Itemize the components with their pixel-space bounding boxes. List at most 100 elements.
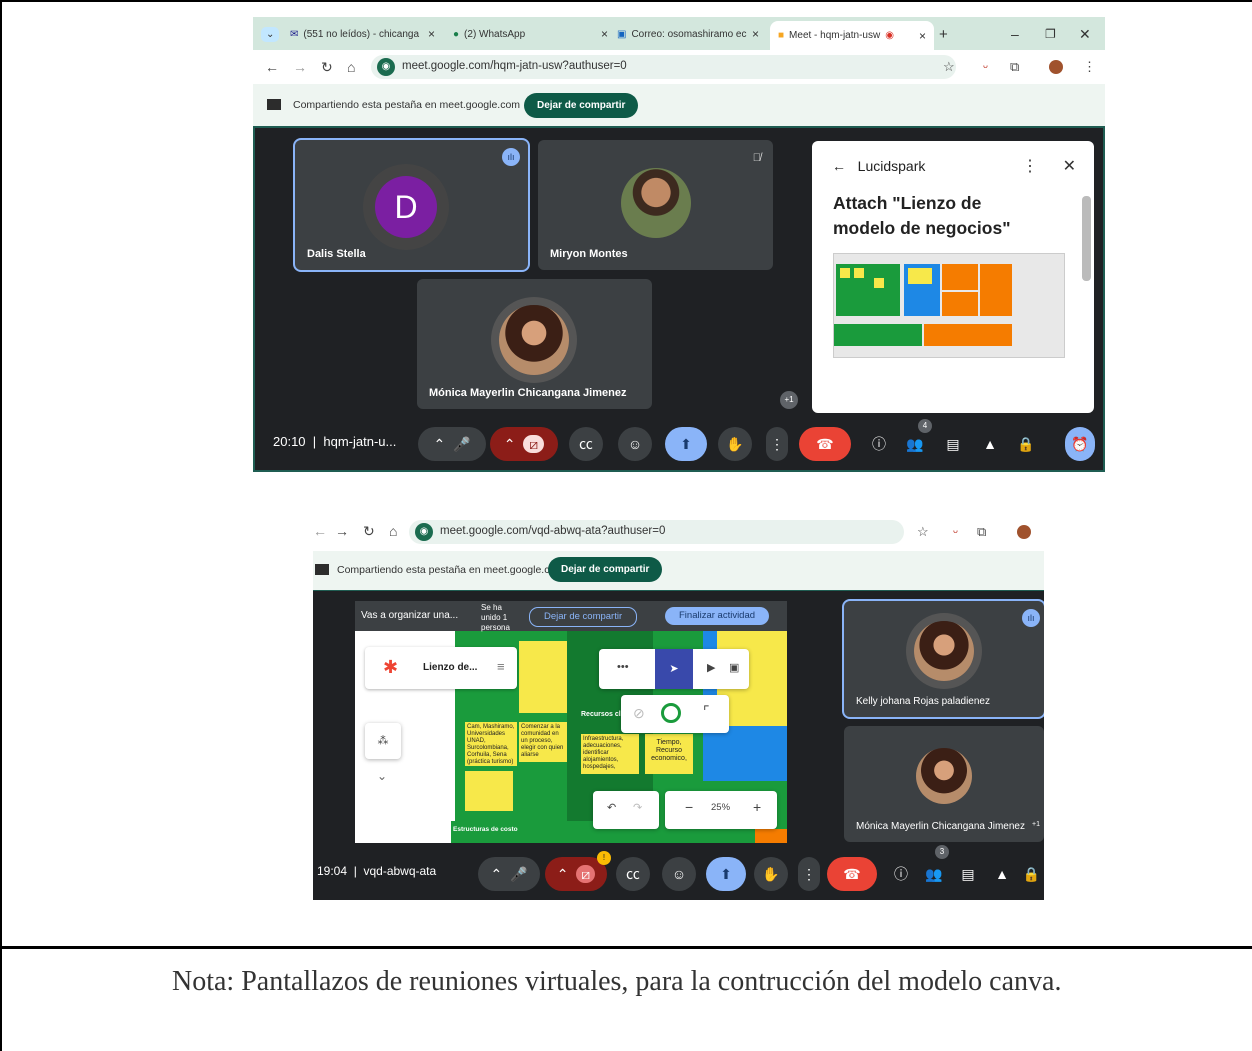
present-button[interactable]: ⬆ — [706, 857, 746, 891]
panel-menu-icon[interactable]: ⋮ — [1022, 156, 1038, 176]
menu-dots-icon[interactable]: ⋮ — [1083, 59, 1096, 75]
close-icon[interactable]: × — [919, 29, 926, 43]
chat-icon[interactable]: ▤ — [936, 427, 970, 461]
host-controls-icon[interactable]: 🔒 — [1019, 857, 1044, 891]
browser-tab-bar: ⌄ ✉ (551 no leídos) - chicanga × ● (2) W… — [253, 17, 1105, 50]
address-bar[interactable]: ◉ meet.google.com/vqd-abwq-ata?authuser=… — [409, 520, 904, 544]
raise-hand-button[interactable]: ✋ — [754, 857, 788, 891]
no-fill-icon[interactable]: ⊘ — [633, 705, 645, 722]
color-icon[interactable] — [661, 703, 681, 723]
people-icon[interactable]: 👥 — [917, 857, 951, 891]
minimize-icon[interactable]: – — [1011, 23, 1019, 45]
info-icon[interactable]: ⓘ — [862, 427, 896, 461]
extensions-puzzle-icon[interactable]: ⧉ — [1010, 59, 1019, 75]
lucidspark-whiteboard[interactable]: Estructuras de costo Cam, Mashiramo, Uni… — [355, 601, 787, 843]
leave-call-button[interactable]: ☎ — [827, 857, 877, 891]
sticky-note[interactable]: Cam, Mashiramo, Universidades UNAD, Surc… — [465, 722, 517, 766]
bookmark-star-icon[interactable]: ☆ — [943, 59, 955, 75]
back-arrow-icon[interactable]: ← — [832, 158, 846, 174]
play-icon[interactable]: ▶ — [707, 661, 715, 674]
tab-whatsapp[interactable]: ● (2) WhatsApp × — [453, 23, 608, 45]
more-participants-badge[interactable]: +1 — [780, 391, 798, 409]
meet-control-bar: 20:10 | hqm-jatn-u... ⌃ 🎤 ⌃ ⧄ ㏄ ☺ ⬆ ✋ ⋮ … — [255, 417, 1103, 472]
captions-button[interactable]: ㏄ — [569, 427, 603, 461]
close-icon[interactable]: × — [752, 27, 759, 41]
tab-gmail[interactable]: ✉ (551 no leídos) - chicanga × — [290, 23, 435, 45]
more-icon[interactable]: ••• — [617, 661, 629, 673]
raise-hand-button[interactable]: ✋ — [718, 427, 752, 461]
tab-meet[interactable]: ■ Meet - hqm-jatn-usw ◉ × — [770, 21, 934, 50]
undo-icon[interactable]: ↶ — [607, 801, 616, 814]
home-icon[interactable]: ⌂ — [389, 523, 397, 539]
host-controls-icon[interactable]: 🔒 — [1009, 427, 1043, 461]
board-thumbnail[interactable] — [833, 253, 1065, 358]
back-icon[interactable]: ← — [265, 59, 279, 75]
participant-tile-dalis[interactable]: D ılı Dalis Stella — [295, 140, 528, 270]
microphone-button[interactable]: ⌃ 🎤 — [418, 427, 486, 461]
timer-icon[interactable]: ⏰ — [1065, 427, 1095, 461]
panel-close-icon[interactable]: ✕ — [1063, 156, 1076, 176]
emoji-button[interactable]: ☺ — [618, 427, 652, 461]
zoom-in-icon[interactable]: + — [753, 799, 761, 815]
window-close-icon[interactable]: ✕ — [1079, 23, 1091, 45]
back-icon[interactable]: ← — [313, 523, 327, 539]
sticky-note[interactable] — [519, 641, 567, 713]
sticky-note[interactable]: Tiempo, Recurso economico, — [645, 734, 693, 774]
microphone-button[interactable]: ⌃ 🎤 — [478, 857, 540, 891]
stop-sharing-pill[interactable]: Dejar de compartir — [529, 607, 638, 627]
stop-sharing-button[interactable]: Dejar de compartir — [548, 557, 663, 582]
forward-icon[interactable]: → — [335, 523, 349, 539]
captions-button[interactable]: ㏄ — [616, 857, 650, 891]
sticky-note[interactable]: Comenzar a la comunidad en un proceso, e… — [519, 722, 567, 762]
emoji-button[interactable]: ☺ — [662, 857, 696, 891]
send-icon[interactable]: ➤ — [655, 649, 693, 689]
stop-sharing-button[interactable]: Dejar de compartir — [524, 93, 639, 118]
participant-tile-miryon[interactable]: 🎙̸ Miryon Montes — [538, 140, 773, 270]
participant-tile-kelly[interactable]: ılı Kelly johana Rojas paladienez — [844, 601, 1044, 717]
participant-tile-monica[interactable]: Mónica Mayerlin Chicangana Jimenez — [417, 279, 652, 409]
corner-icon[interactable]: ⌜ — [703, 703, 710, 720]
leave-call-button[interactable]: ☎ — [799, 427, 851, 461]
reload-icon[interactable]: ↻ — [363, 523, 375, 540]
more-options-button[interactable]: ⋮ — [766, 427, 788, 461]
forward-icon[interactable]: → — [293, 59, 307, 75]
bookmark-star-icon[interactable]: ☆ — [917, 524, 929, 540]
activities-icon[interactable]: ▲ — [973, 427, 1007, 461]
sticky-note[interactable]: Infraestructura, adecuaciones, identific… — [581, 734, 639, 774]
info-icon[interactable]: ⓘ — [884, 857, 918, 891]
chat-icon[interactable]: ▤ — [951, 857, 985, 891]
reload-icon[interactable]: ↻ — [321, 59, 333, 76]
profile-avatar-icon[interactable] — [1049, 60, 1063, 74]
address-bar[interactable]: ◉ meet.google.com/hqm-jatn-usw?authuser=… — [371, 55, 956, 79]
panel-scrollbar[interactable] — [1082, 196, 1091, 281]
profile-avatar-icon[interactable] — [1017, 525, 1031, 539]
tab-list-button[interactable]: ⌄ — [261, 23, 280, 45]
menu-icon[interactable]: ≡ — [497, 659, 505, 674]
extensions-puzzle-icon[interactable]: ⧉ — [977, 524, 986, 540]
tab-outlook[interactable]: ▣ Correo: osomashiramo ec × — [617, 23, 759, 45]
extension-icon[interactable]: ᵕ — [983, 59, 988, 74]
new-tab-icon[interactable]: + — [939, 23, 948, 45]
restore-icon[interactable]: ❐ — [1045, 23, 1056, 45]
zoom-out-icon[interactable]: − — [685, 799, 693, 815]
site-info-icon[interactable]: ◉ — [415, 523, 433, 541]
more-participants-badge[interactable]: +1 — [1032, 821, 1040, 828]
redo-icon[interactable]: ↷ — [633, 801, 642, 814]
people-count-badge: 3 — [935, 845, 949, 859]
participant-tile-monica[interactable]: Mónica Mayerlin Chicangana Jimenez +1 — [844, 726, 1044, 842]
more-options-button[interactable]: ⋮ — [798, 857, 820, 891]
shapes-tool-icon[interactable]: ⁂ — [365, 723, 401, 759]
close-icon[interactable]: × — [428, 27, 435, 41]
home-icon[interactable]: ⌂ — [347, 59, 355, 75]
activities-icon[interactable]: ▲ — [985, 857, 1019, 891]
sticky-note[interactable] — [465, 771, 513, 811]
close-icon[interactable]: × — [601, 27, 608, 41]
chevron-down-icon[interactable]: ⌄ — [377, 769, 387, 783]
camera-off-button[interactable]: ⌃ ⧄ — [490, 427, 558, 461]
extension-icon[interactable]: ᵕ — [953, 524, 958, 539]
site-info-icon[interactable]: ◉ — [377, 58, 395, 76]
finish-activity-button[interactable]: Finalizar actividad — [665, 607, 770, 625]
recording-icon: ◉ — [885, 30, 894, 41]
present-button[interactable]: ⬆ — [665, 427, 707, 461]
comment-icon[interactable]: ▣ — [729, 661, 739, 674]
